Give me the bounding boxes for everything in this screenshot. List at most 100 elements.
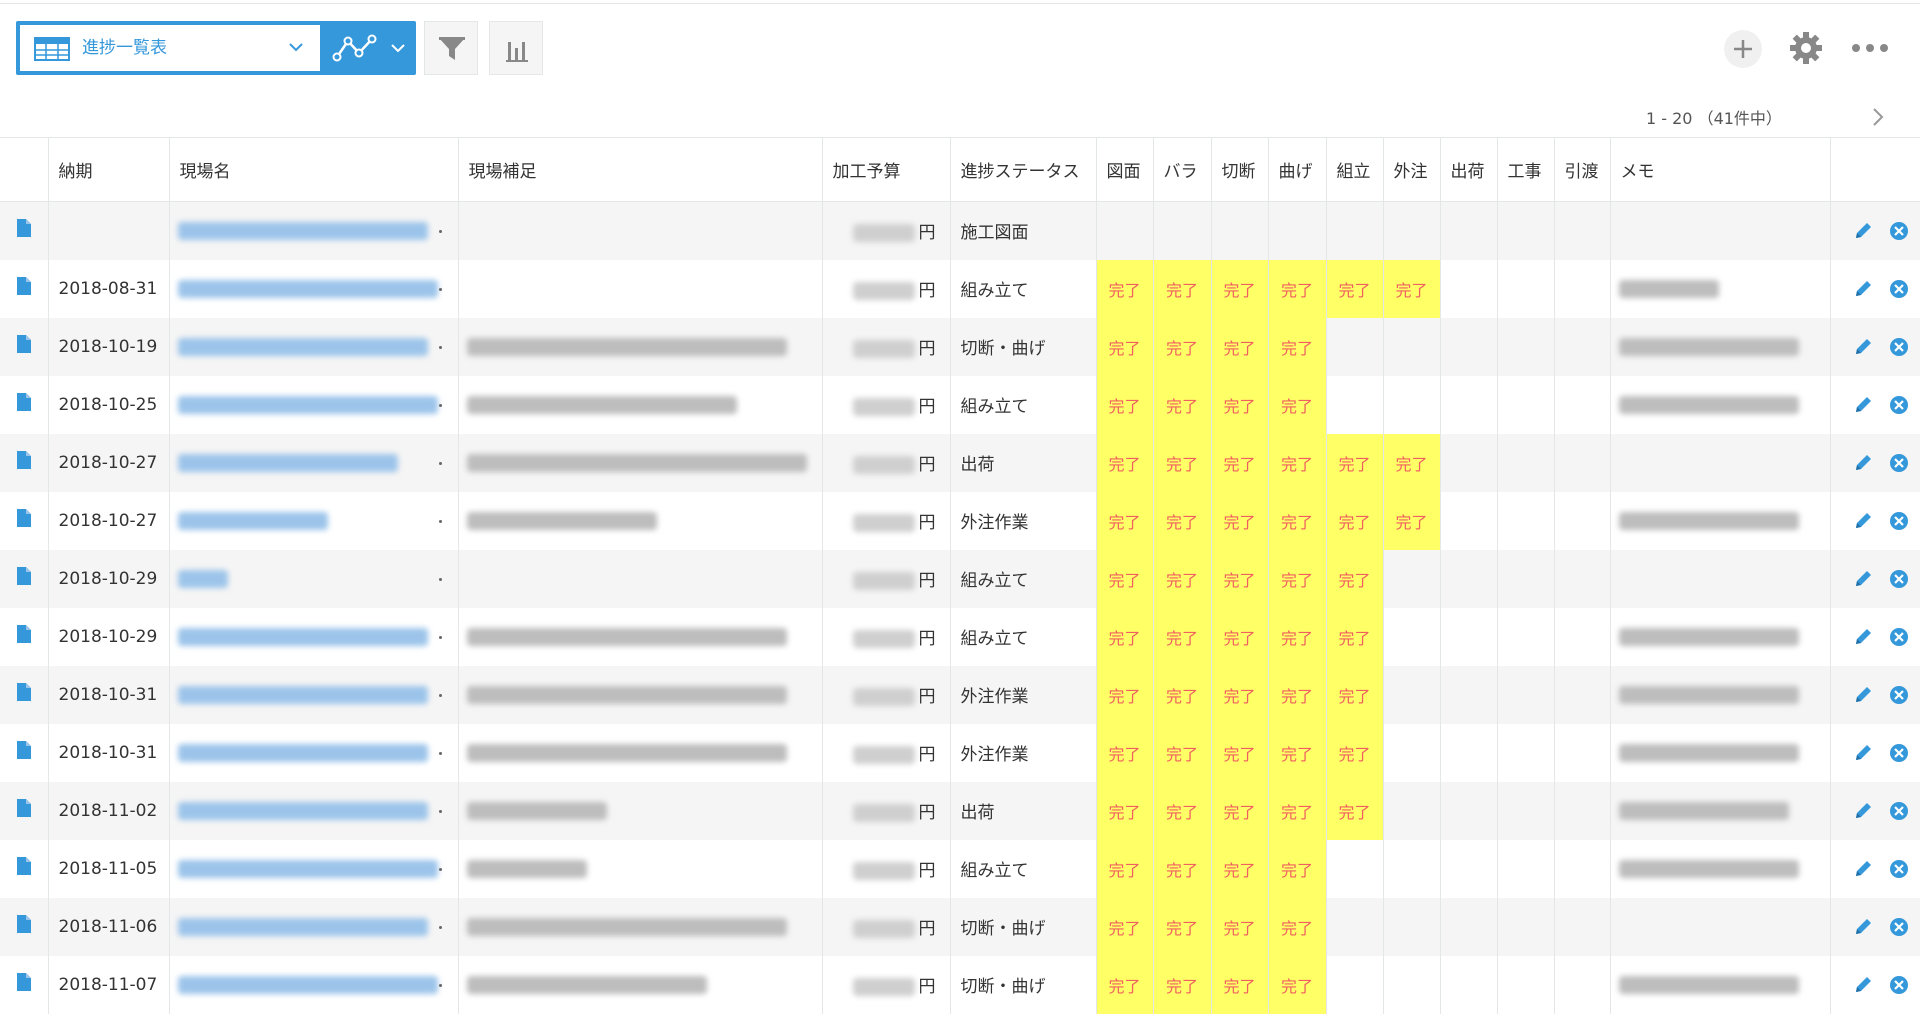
table-row[interactable]: 2018-08-31 円組み立て 完了 完了 完了 完了 完了 完了 [0,259,1920,318]
edit-icon[interactable] [1853,453,1873,473]
table-row[interactable]: 2018-11-06 円切断・曲げ 完了 完了 完了 完了 [0,897,1920,956]
site-name-cell[interactable] [169,723,459,782]
document-icon[interactable] [16,857,31,875]
site-name-cell[interactable] [169,955,459,1014]
edit-icon[interactable] [1853,337,1873,357]
edit-icon[interactable] [1853,801,1873,821]
table-row[interactable]: 円施工図面 [0,201,1920,260]
site-name-cell[interactable] [169,317,459,376]
delete-icon[interactable] [1889,627,1909,647]
record-detail-cell[interactable] [0,433,49,492]
col-gaichu[interactable]: 外注 [1383,137,1441,202]
table-row[interactable]: 2018-10-31 円外注作業 完了 完了 完了 完了 完了 [0,723,1920,782]
table-row[interactable]: 2018-10-27 円出荷 完了 完了 完了 完了 完了 完了 [0,433,1920,492]
document-icon[interactable] [16,741,31,759]
table-row[interactable]: 2018-10-27 円外注作業 完了 完了 完了 完了 完了 完了 [0,491,1920,550]
document-icon[interactable] [16,567,31,585]
delete-icon[interactable] [1889,975,1909,995]
col-bara[interactable]: バラ [1153,137,1212,202]
record-detail-cell[interactable] [0,491,49,550]
graph-button[interactable] [489,21,543,75]
table-row[interactable]: 2018-11-07 円切断・曲げ 完了 完了 完了 完了 [0,955,1920,1014]
site-name-cell[interactable] [169,607,459,666]
filter-button[interactable] [424,21,478,75]
record-detail-cell[interactable] [0,955,49,1014]
delete-icon[interactable] [1889,511,1909,531]
site-name-cell[interactable] [169,259,459,318]
document-icon[interactable] [16,219,31,238]
site-name-cell[interactable] [169,491,459,550]
col-budget[interactable]: 加工予算 [822,137,951,202]
delete-icon[interactable] [1889,569,1909,589]
record-detail-cell[interactable] [0,897,49,956]
site-name-cell[interactable] [169,781,459,840]
edit-icon[interactable] [1853,859,1873,879]
document-icon[interactable] [16,799,31,817]
record-detail-cell[interactable] [0,723,49,782]
record-detail-cell[interactable] [0,549,49,608]
delete-icon[interactable] [1889,685,1909,705]
document-icon[interactable] [16,683,31,701]
edit-icon[interactable] [1853,279,1873,299]
record-detail-cell[interactable] [0,607,49,666]
table-row[interactable]: 2018-10-31 円外注作業 完了 完了 完了 完了 完了 [0,665,1920,724]
edit-icon[interactable] [1853,917,1873,937]
document-icon[interactable] [16,973,31,991]
edit-icon[interactable] [1853,511,1873,531]
edit-icon[interactable] [1853,395,1873,415]
col-koji[interactable]: 工事 [1497,137,1555,202]
col-memo[interactable]: メモ [1610,137,1831,202]
document-icon[interactable] [16,509,31,527]
delete-icon[interactable] [1889,279,1909,299]
document-icon[interactable] [16,451,31,469]
record-detail-cell[interactable] [0,665,49,724]
delete-icon[interactable] [1889,337,1909,357]
col-status[interactable]: 進捗ステータス [950,137,1097,202]
view-dropdown[interactable]: 進捗一覧表 [20,25,320,71]
col-site-name[interactable]: 現場名 [169,137,459,202]
table-row[interactable]: 2018-11-02 円出荷 完了 完了 完了 完了 完了 [0,781,1920,840]
site-name-cell[interactable] [169,897,459,956]
delete-icon[interactable] [1889,801,1909,821]
record-detail-cell[interactable] [0,781,49,840]
add-record-button[interactable] [1724,30,1762,68]
col-kumitate[interactable]: 組立 [1326,137,1384,202]
site-name-cell[interactable] [169,201,459,260]
document-icon[interactable] [16,277,31,295]
col-site-supplement[interactable]: 現場補足 [458,137,823,202]
document-icon[interactable] [16,335,31,353]
edit-icon[interactable] [1853,569,1873,589]
graph-icon[interactable] [332,33,380,63]
document-icon[interactable] [16,915,31,933]
chevron-down-icon[interactable] [390,40,406,56]
chevron-right-icon[interactable] [1868,106,1888,128]
record-detail-cell[interactable] [0,839,49,898]
record-detail-cell[interactable] [0,201,49,260]
gear-icon[interactable] [1788,30,1824,66]
delete-icon[interactable] [1889,743,1909,763]
site-name-cell[interactable] [169,549,459,608]
record-detail-cell[interactable] [0,259,49,318]
edit-icon[interactable] [1853,743,1873,763]
table-row[interactable]: 2018-10-29 円組み立て 完了 完了 完了 完了 完了 [0,549,1920,608]
delete-icon[interactable] [1889,221,1909,241]
edit-icon[interactable] [1853,221,1873,241]
table-row[interactable]: 2018-11-05 円組み立て 完了 完了 完了 完了 [0,839,1920,898]
col-shukka[interactable]: 出荷 [1440,137,1498,202]
view-selector[interactable]: 進捗一覧表 [16,21,416,75]
table-row[interactable]: 2018-10-25 円組み立て 完了 完了 完了 完了 [0,375,1920,434]
delete-icon[interactable] [1889,859,1909,879]
table-row[interactable]: 2018-10-19 円切断・曲げ 完了 完了 完了 完了 [0,317,1920,376]
site-name-cell[interactable] [169,433,459,492]
site-name-cell[interactable] [169,375,459,434]
edit-icon[interactable] [1853,685,1873,705]
record-detail-cell[interactable] [0,375,49,434]
col-deadline[interactable]: 納期 [48,137,170,202]
record-detail-cell[interactable] [0,317,49,376]
document-icon[interactable] [16,625,31,643]
document-icon[interactable] [16,393,31,411]
col-setsudan[interactable]: 切断 [1211,137,1269,202]
col-mage[interactable]: 曲げ [1268,137,1327,202]
col-hikiwatashi[interactable]: 引渡 [1554,137,1611,202]
delete-icon[interactable] [1889,453,1909,473]
